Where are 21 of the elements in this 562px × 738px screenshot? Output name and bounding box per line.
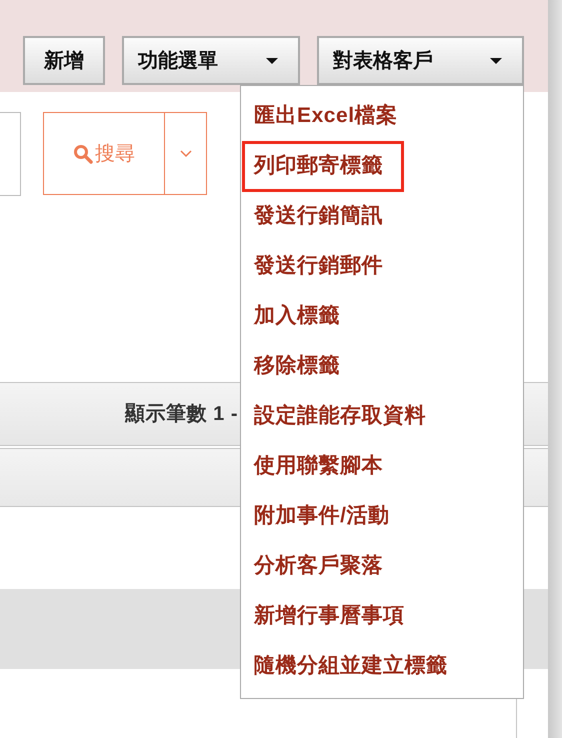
add-button[interactable]: 新增 [23, 36, 105, 85]
menu-item[interactable]: 隨機分組並建立標籤 [254, 650, 448, 682]
menu-item[interactable]: 發送行銷簡訊 [254, 200, 384, 232]
chevron-down-icon [180, 150, 192, 158]
caret-icon [490, 58, 502, 64]
menu-item[interactable]: 加入標籤 [254, 300, 340, 332]
menu-item[interactable]: 附加事件/活動 [254, 500, 390, 532]
pager-text: 顯示筆數 1 - [125, 402, 238, 427]
dropdown-button[interactable]: 功能選單 [122, 36, 300, 85]
menu-item[interactable]: 設定誰能存取資料 [254, 400, 426, 432]
menu-item[interactable]: 分析客戶聚落 [254, 550, 384, 582]
menu-item[interactable]: 使用聯繫腳本 [254, 450, 384, 482]
dropdown-button[interactable]: 對表格客戶 [317, 36, 524, 85]
menu-item[interactable]: 新增行事曆事項 [254, 600, 405, 632]
menu-item[interactable]: 列印郵寄標籤 [242, 140, 404, 192]
menu-item[interactable]: 移除標籤 [254, 350, 340, 382]
menu-item[interactable]: 發送行銷郵件 [254, 250, 384, 282]
caret-icon [266, 58, 278, 64]
input-field[interactable] [0, 112, 21, 196]
search-icon [73, 144, 93, 164]
menu-item[interactable]: 匯出Excel檔案 [254, 100, 398, 132]
